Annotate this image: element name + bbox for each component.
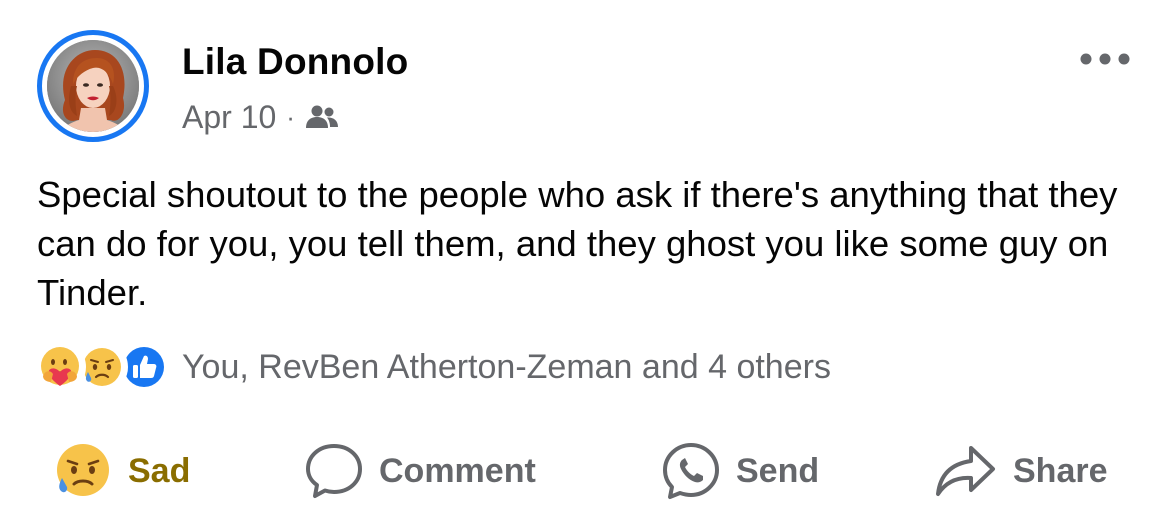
comment-button[interactable]: Comment [303,435,536,507]
share-button[interactable]: Share [933,435,1108,507]
sad-reaction-icon [57,444,109,496]
more-options-icon [1080,53,1130,65]
share-icon [936,446,995,496]
avatar-image [47,40,139,132]
friends-icon[interactable] [305,103,339,131]
send-button[interactable]: Send [660,435,819,507]
messenger-icon [663,443,719,499]
react-label: Sad [128,451,191,490]
care-reaction-icon [34,341,86,393]
meta-separator: · [286,101,295,132]
author-name[interactable]: Lila Donnolo [182,41,408,83]
comment-label: Comment [379,451,536,490]
more-options-button[interactable] [1076,44,1134,74]
reactions-summary[interactable]: You, RevBen Atherton-Zeman and 4 others [34,340,831,394]
share-label: Share [1013,451,1108,490]
react-button[interactable]: Sad [52,435,190,507]
action-bar: Sad Comment Send Share [0,435,1170,507]
reaction-icons [34,341,170,393]
reactions-text[interactable]: You, RevBen Atherton-Zeman and 4 others [182,348,831,387]
post-text: Special shoutout to the people who ask i… [37,174,1118,313]
send-label: Send [736,451,820,490]
post-meta: Apr 10 · [182,97,339,137]
profile-avatar[interactable] [37,30,149,142]
post-date[interactable]: Apr 10 [182,99,276,136]
comment-icon [306,444,362,498]
